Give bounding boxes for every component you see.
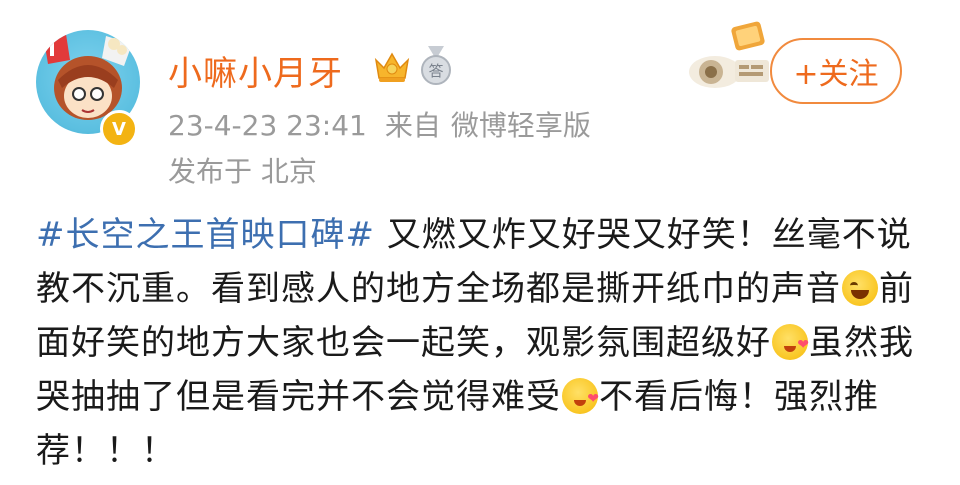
post-meta: 23-4-23 23:41 来自 微博轻享版 bbox=[168, 104, 609, 144]
follow-button[interactable]: +关注 bbox=[770, 38, 902, 104]
love-face-emoji-icon bbox=[562, 372, 600, 426]
post-location: 发布于 北京 bbox=[168, 155, 317, 188]
medal-text: 答 bbox=[428, 62, 443, 80]
laugh-cry-emoji-icon bbox=[842, 270, 878, 306]
verified-v-icon: V bbox=[100, 110, 138, 148]
source-sticker-icon bbox=[689, 21, 769, 88]
source-app-link[interactable]: 微博轻享版 bbox=[451, 109, 591, 142]
vip-crown-icon[interactable] bbox=[372, 48, 412, 84]
hashtag-link[interactable]: #长空之王首映口碑# bbox=[36, 215, 375, 255]
username[interactable]: 小嘛小月牙 bbox=[168, 46, 343, 95]
post-text: #长空之王首映口碑# 又燃又炸又好哭又好笑！丝毫不说教不沉重。看到感人的地方全场… bbox=[36, 208, 916, 478]
love-face-emoji-icon bbox=[772, 318, 810, 372]
medal-icon[interactable]: 答 bbox=[418, 46, 454, 86]
post-timestamp[interactable]: 23-4-23 23:41 bbox=[168, 109, 367, 142]
source-prefix: 来自 bbox=[384, 109, 441, 142]
